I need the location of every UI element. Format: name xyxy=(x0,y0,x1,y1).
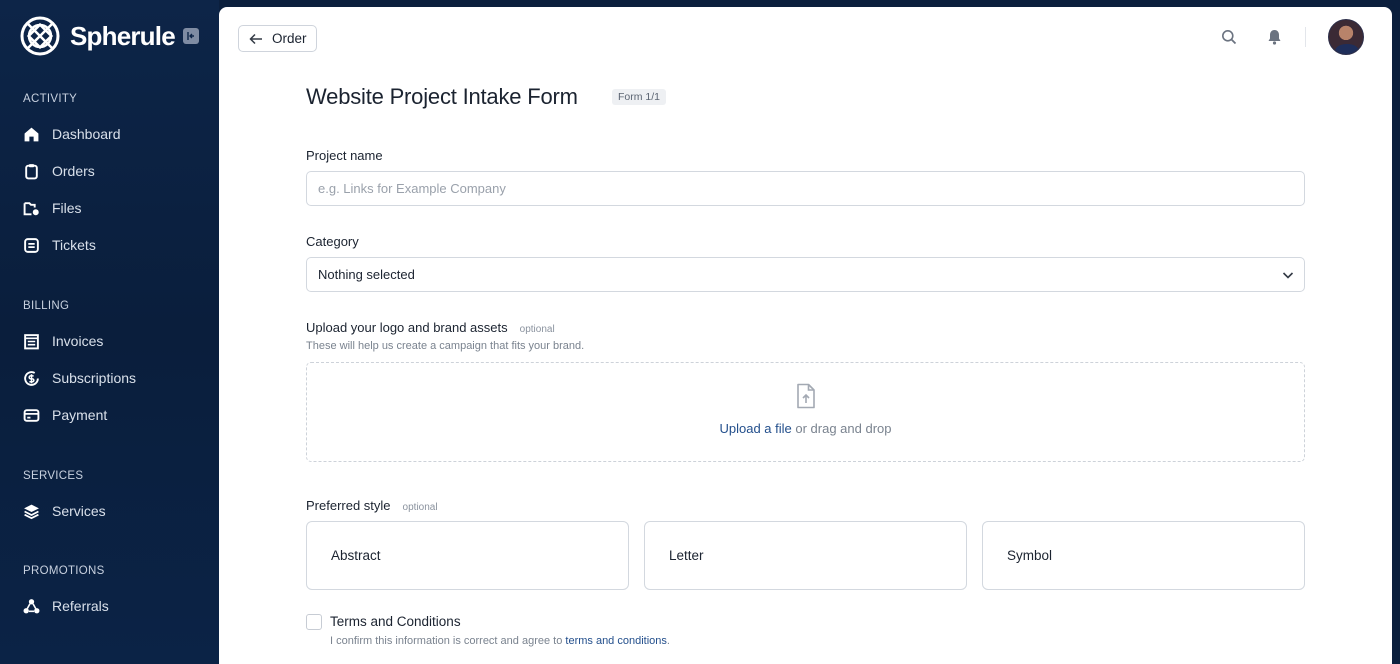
sidebar-item-referrals[interactable]: Referrals xyxy=(23,594,109,618)
sidebar-item-orders[interactable]: Orders xyxy=(23,159,95,183)
form-step-badge: Form 1/1 xyxy=(612,89,667,105)
receipt-icon xyxy=(24,333,39,349)
chevron-down-icon xyxy=(1282,272,1294,279)
arrow-left-icon xyxy=(249,33,262,44)
sidebar-item-invoices[interactable]: Invoices xyxy=(23,329,103,353)
optional-tag: optional xyxy=(402,502,438,513)
style-option-letter[interactable]: Letter xyxy=(644,521,967,590)
home-icon xyxy=(24,127,39,141)
file-dropzone[interactable]: Upload a file or drag and drop xyxy=(306,362,1305,462)
section-label-billing: BILLING xyxy=(23,300,70,312)
sidebar-item-label: Services xyxy=(52,503,106,519)
section-label-activity: ACTIVITY xyxy=(23,93,78,105)
terms-checkbox[interactable] xyxy=(306,614,322,630)
back-button-label: Order xyxy=(272,31,307,46)
sidebar-item-services[interactable]: Services xyxy=(23,499,106,523)
sidebar-item-label: Dashboard xyxy=(52,126,121,142)
sidebar-item-label: Invoices xyxy=(52,333,104,349)
file-upload-icon xyxy=(797,383,815,409)
project-name-label: Project name xyxy=(306,148,383,163)
sidebar-item-label: Subscriptions xyxy=(52,370,137,386)
page-title: Website Project Intake Form xyxy=(306,84,578,109)
category-select-value: Nothing selected xyxy=(318,267,415,282)
main-panel: Order Website Project Intake Form Form 1… xyxy=(219,7,1392,664)
upload-label: Upload your logo and brand assets optiona… xyxy=(306,320,555,335)
brand-name: Spherule xyxy=(70,20,176,51)
search-icon[interactable] xyxy=(1220,28,1238,46)
preferred-style-label-text: Preferred style xyxy=(306,498,391,513)
sidebar: Spherule ACTIVITY Dashboard Orders Files… xyxy=(0,0,219,664)
header-divider xyxy=(1305,27,1306,47)
credit-card-icon xyxy=(23,408,40,422)
sidebar-item-tickets[interactable]: Tickets xyxy=(23,233,96,257)
collapse-sidebar-icon[interactable] xyxy=(183,28,199,44)
sidebar-item-label: Payment xyxy=(52,407,108,423)
category-select[interactable]: Nothing selected xyxy=(306,257,1305,292)
user-avatar[interactable] xyxy=(1328,19,1364,55)
back-to-order-button[interactable]: Order xyxy=(238,25,317,52)
terms-sub-text: I confirm this information is correct an… xyxy=(330,635,566,647)
sidebar-item-payment[interactable]: Payment xyxy=(23,403,107,427)
upload-label-text: Upload your logo and brand assets xyxy=(306,320,508,335)
brand[interactable]: Spherule xyxy=(20,15,176,57)
drag-drop-text: or drag and drop xyxy=(791,421,892,436)
terms-description: I confirm this information is correct an… xyxy=(330,635,670,647)
section-label-services: SERVICES xyxy=(23,470,84,482)
bell-icon[interactable] xyxy=(1265,28,1283,46)
upload-instructions: Upload a file or drag and drop xyxy=(307,421,1304,436)
terms-link[interactable]: terms and conditions xyxy=(565,635,667,647)
header-actions xyxy=(1220,19,1364,55)
style-option-symbol[interactable]: Symbol xyxy=(982,521,1305,590)
clipboard-icon xyxy=(25,163,38,179)
style-option-abstract[interactable]: Abstract xyxy=(306,521,629,590)
sidebar-item-label: Files xyxy=(52,200,82,216)
sidebar-item-label: Orders xyxy=(52,163,95,179)
ticket-icon xyxy=(24,237,39,253)
sidebar-item-subscriptions[interactable]: Subscriptions xyxy=(23,366,136,390)
category-label: Category xyxy=(306,234,359,249)
sidebar-item-files[interactable]: Files xyxy=(23,196,82,220)
share-nodes-icon xyxy=(23,598,40,613)
sidebar-item-label: Referrals xyxy=(52,598,109,614)
spherule-logo-icon xyxy=(20,16,60,56)
section-label-promotions: PROMOTIONS xyxy=(23,565,105,577)
sidebar-item-label: Tickets xyxy=(52,237,96,253)
preferred-style-label: Preferred style optional xyxy=(306,498,438,513)
terms-label: Terms and Conditions xyxy=(330,614,461,629)
folder-icon xyxy=(23,201,39,215)
sidebar-item-dashboard[interactable]: Dashboard xyxy=(23,122,121,146)
terms-sub-end: . xyxy=(666,635,670,647)
upload-hint: These will help us create a campaign tha… xyxy=(306,340,585,352)
project-name-input[interactable] xyxy=(306,171,1305,206)
upload-file-link[interactable]: Upload a file xyxy=(719,421,791,436)
stack-icon xyxy=(24,504,39,519)
dollar-cycle-icon xyxy=(24,370,39,386)
optional-tag: optional xyxy=(519,324,555,335)
